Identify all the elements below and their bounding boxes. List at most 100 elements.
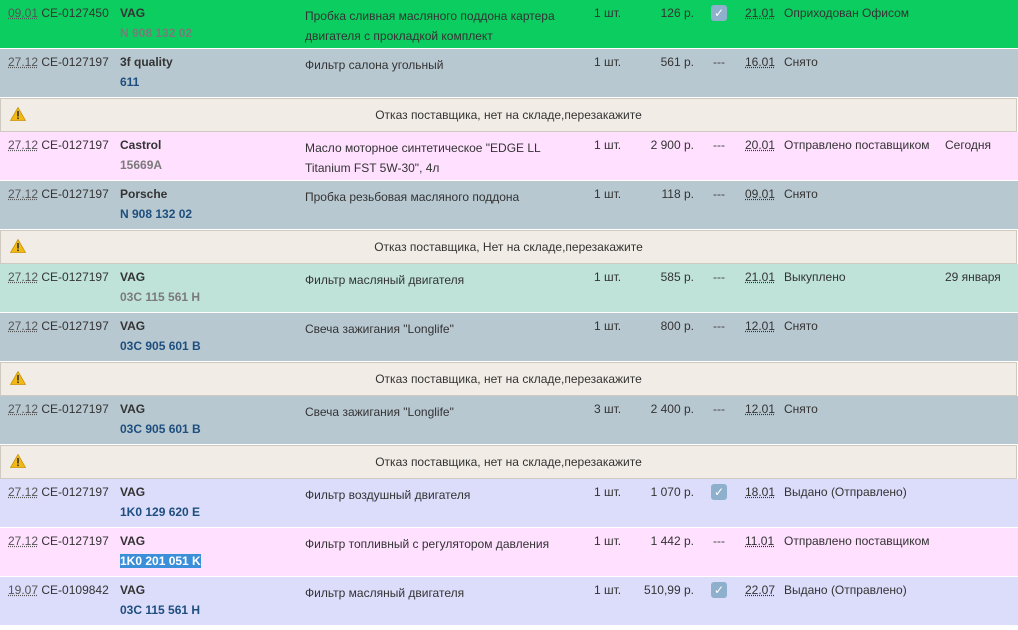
dash-placeholder: --- <box>713 534 725 548</box>
order-date-link[interactable]: 27.12 <box>8 319 38 333</box>
brand-name: 3f quality <box>120 55 173 69</box>
order-date-link[interactable]: 27.12 <box>8 485 38 499</box>
order-date-link[interactable]: 27.12 <box>8 402 38 416</box>
delivery-note: 29 января <box>945 270 1001 284</box>
supplier-refusal-notice: Отказ поставщика, нет на складе,перезака… <box>0 98 1017 132</box>
due-date-link[interactable]: 16.01 <box>745 55 775 69</box>
order-date-cell: 27.12 CE-0127197 <box>8 319 109 333</box>
price: 510,99 р. <box>643 583 694 597</box>
brand-name: VAG <box>120 270 146 284</box>
price: 1 442 р. <box>650 534 694 548</box>
order-date-cell: 27.12 CE-0127197 <box>8 55 109 69</box>
dash-placeholder: --- <box>713 187 725 201</box>
due-date-link[interactable]: 21.01 <box>745 6 775 20</box>
order-date-cell: 27.12 CE-0127197 <box>8 402 109 416</box>
order-date-cell: 27.12 CE-0127197 <box>8 534 109 548</box>
status-text: Отправлено поставщиком <box>784 534 930 548</box>
order-date-cell: 19.07 CE-0109842 <box>8 583 109 597</box>
checkmark: ✓ <box>711 582 727 598</box>
quantity: 1 шт. <box>594 319 622 333</box>
brand-name: VAG <box>120 402 146 416</box>
quantity: 1 шт. <box>594 270 622 284</box>
part-number[interactable]: 03C 115 561 H <box>120 603 200 617</box>
due-date-link[interactable]: 11.01 <box>745 534 774 548</box>
checkbox-checked-icon[interactable]: ✓ <box>711 5 727 21</box>
order-item-row[interactable]: 27.12 CE-0127197 3f quality 611 Фильтр сало… <box>0 49 1018 98</box>
order-date-link[interactable]: 09.01 <box>8 6 38 20</box>
order-date-link[interactable]: 27.12 <box>8 138 38 152</box>
status-text: Снято <box>784 55 818 69</box>
part-number[interactable]: 611 <box>120 75 139 89</box>
part-number[interactable]: 03C 905 601 B <box>120 422 201 436</box>
order-item-row[interactable]: 09.01 CE-0127450 VAG N 908 132 02 Пробка сл… <box>0 0 1018 49</box>
order-item-row[interactable]: 19.07 CE-0109842 VAG 03C 115 561 H Фильтр м… <box>0 577 1018 626</box>
part-description: Фильтр салона угольный <box>305 58 444 72</box>
supplier-refusal-notice: Отказ поставщика, Нет на складе,перезака… <box>0 230 1017 264</box>
due-date-link[interactable]: 20.01 <box>745 138 775 152</box>
brand-name: Castrol <box>120 138 162 152</box>
order-item-row[interactable]: 27.12 CE-0127197 VAG 1K0 201 051 K Фильтр т… <box>0 528 1018 577</box>
notice-message: Отказ поставщика, нет на складе,перезака… <box>375 372 642 386</box>
order-item-row[interactable]: 27.12 CE-0127197 VAG 03C 115 561 H Фильтр м… <box>0 264 1018 313</box>
order-number: CE-0127197 <box>41 319 109 333</box>
part-number[interactable]: N 908 132 02 <box>120 207 192 221</box>
no-check-dash: --- <box>711 54 727 70</box>
order-number: CE-0127197 <box>41 138 109 152</box>
part-number[interactable]: N 908 132 02 <box>120 26 192 40</box>
quantity: 1 шт. <box>594 187 622 201</box>
due-date-link[interactable]: 12.01 <box>745 319 775 333</box>
part-description: Фильтр воздушный двигателя <box>305 488 471 502</box>
notice-message: Отказ поставщика, Нет на складе,перезака… <box>374 240 643 254</box>
order-item-row[interactable]: 27.12 CE-0127197 Castrol 15669A Масло мотор… <box>0 132 1018 181</box>
due-date-link[interactable]: 09.01 <box>745 187 775 201</box>
part-description: Фильтр масляный двигателя <box>305 586 465 600</box>
supplier-refusal-notice: Отказ поставщика, нет на складе,перезака… <box>0 445 1017 479</box>
order-number: CE-0127197 <box>41 485 109 499</box>
order-date-cell: 27.12 CE-0127197 <box>8 485 109 499</box>
quantity: 1 шт. <box>594 485 622 499</box>
status-text: Снято <box>784 402 818 416</box>
part-number[interactable]: 1K0 201 051 K <box>120 554 201 568</box>
order-date-cell: 27.12 CE-0127197 <box>8 187 109 201</box>
price: 585 р. <box>660 270 694 284</box>
part-number[interactable]: 1K0 129 620 E <box>120 505 200 519</box>
checkbox-checked-icon[interactable]: ✓ <box>711 582 727 598</box>
part-description: Свеча зажигания "Longlife" <box>305 405 454 419</box>
order-number: CE-0127197 <box>41 55 109 69</box>
quantity: 1 шт. <box>594 138 622 152</box>
quantity: 1 шт. <box>594 583 622 597</box>
order-items-list: 09.01 CE-0127450 VAG N 908 132 02 Пробка сл… <box>0 0 1018 626</box>
order-date-link[interactable]: 27.12 <box>8 534 38 548</box>
order-number: CE-0127197 <box>41 534 109 548</box>
order-number: CE-0127197 <box>41 187 109 201</box>
status-text: Оприходован Офисом <box>784 6 910 20</box>
order-date-link[interactable]: 27.12 <box>8 55 38 69</box>
no-check-dash: --- <box>711 269 727 285</box>
order-item-row[interactable]: 27.12 CE-0127197 VAG 03C 905 601 B Свеча за… <box>0 396 1018 445</box>
part-description: Пробка сливная масляного поддона картера… <box>305 9 555 43</box>
due-date-link[interactable]: 18.01 <box>745 485 775 499</box>
price: 118 р. <box>661 187 694 201</box>
order-date-link[interactable]: 27.12 <box>8 270 38 284</box>
order-item-row[interactable]: 27.12 CE-0127197 Porsche N 908 132 02 Пробк… <box>0 181 1018 230</box>
part-number[interactable]: 03C 115 561 H <box>120 290 200 304</box>
dash-placeholder: --- <box>713 319 725 333</box>
notice-message: Отказ поставщика, нет на складе,перезака… <box>375 108 642 122</box>
order-date-link[interactable]: 19.07 <box>8 583 38 597</box>
due-date-link[interactable]: 22.07 <box>745 583 775 597</box>
due-date-link[interactable]: 12.01 <box>745 402 775 416</box>
order-item-row[interactable]: 27.12 CE-0127197 VAG 1K0 129 620 E Фильтр в… <box>0 479 1018 528</box>
price: 1 070 р. <box>650 485 694 499</box>
order-item-row[interactable]: 27.12 CE-0127197 VAG 03C 905 601 B Свеча за… <box>0 313 1018 362</box>
status-text: Отправлено поставщиком <box>784 138 930 152</box>
checkbox-checked-icon[interactable]: ✓ <box>711 484 727 500</box>
order-date-link[interactable]: 27.12 <box>8 187 38 201</box>
notice-message: Отказ поставщика, нет на складе,перезака… <box>375 455 642 469</box>
part-number[interactable]: 03C 905 601 B <box>120 339 201 353</box>
dash-placeholder: --- <box>713 270 725 284</box>
price: 2 400 р. <box>650 402 694 416</box>
part-number[interactable]: 15669A <box>120 158 162 172</box>
supplier-refusal-notice: Отказ поставщика, нет на складе,перезака… <box>0 362 1017 396</box>
part-description: Фильтр масляный двигателя <box>305 273 465 287</box>
due-date-link[interactable]: 21.01 <box>745 270 775 284</box>
